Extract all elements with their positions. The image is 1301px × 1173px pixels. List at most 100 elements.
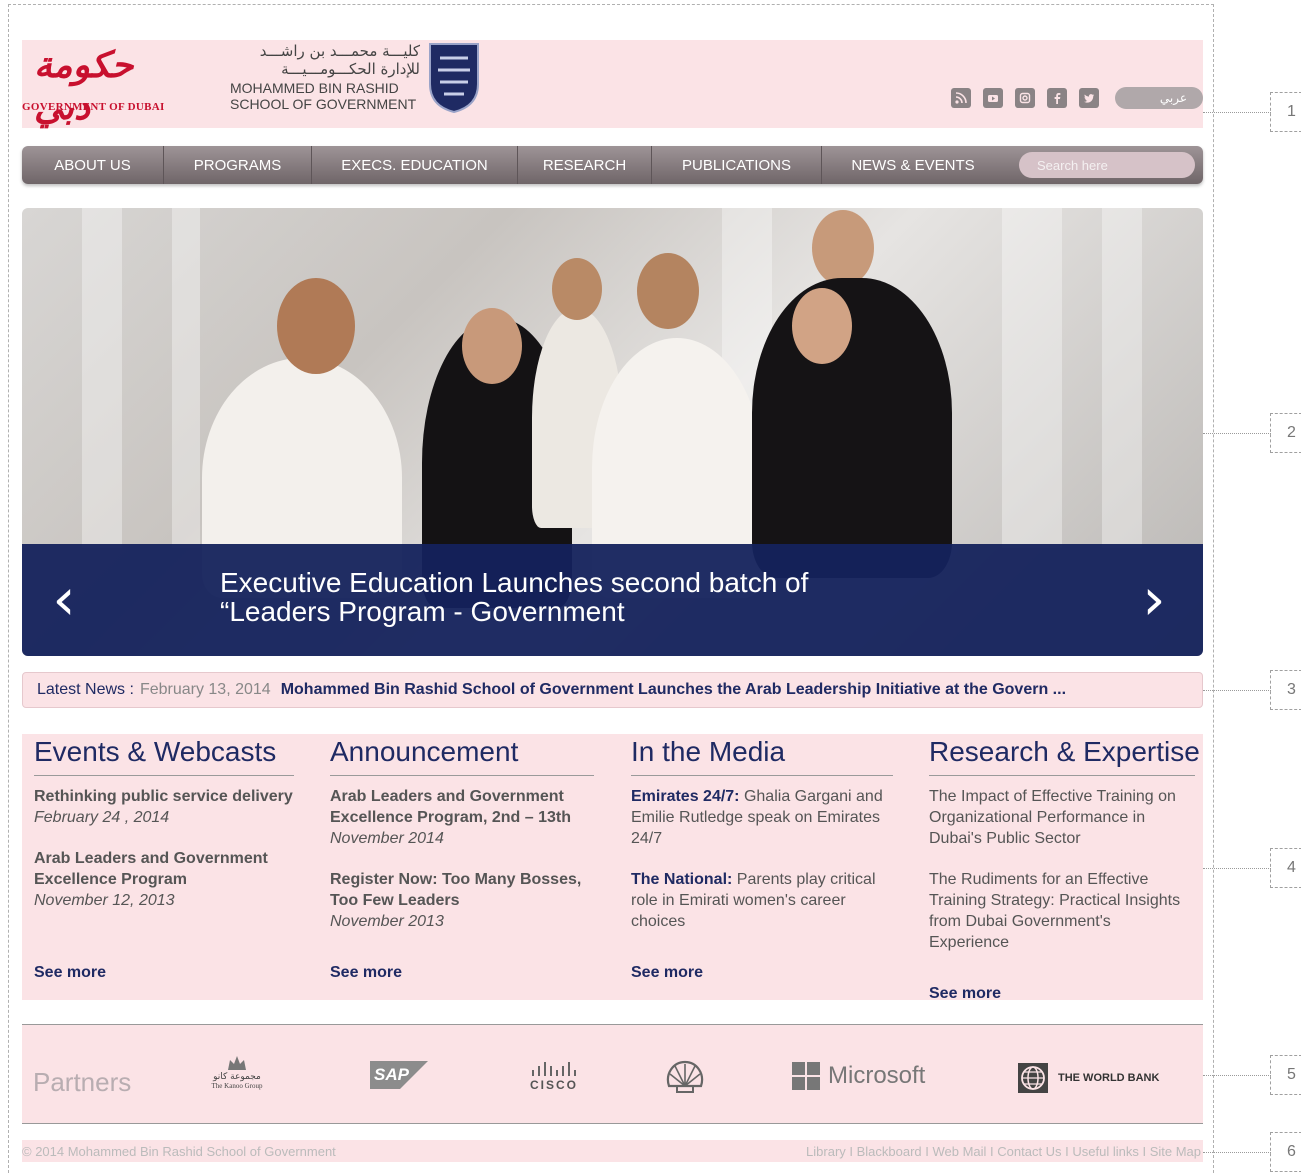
dubai-logo-text: GOVERNMENT OF DUBAI	[22, 101, 165, 113]
shell-logo[interactable]	[662, 1059, 708, 1095]
footer-copyright: © 2014 Mohammed Bin Rashid School of Gov…	[22, 1143, 336, 1159]
annotation-line-1	[1203, 112, 1271, 113]
world-bank-logo-text: THE WORLD BANK	[1058, 1072, 1160, 1084]
nav-item-research[interactable]: RESEARCH	[518, 146, 652, 184]
announcement-date: November 2014	[330, 830, 444, 847]
media-source: The National:	[631, 871, 733, 888]
events-heading[interactable]: Events & Webcasts	[34, 734, 294, 776]
microsoft-logo[interactable]: Microsoft	[792, 1061, 942, 1091]
dubai-logo-arabic: حكومة دبي	[34, 44, 134, 128]
crown-icon	[228, 1056, 246, 1070]
hero-photo-figure-head	[812, 210, 874, 286]
events-see-more-link[interactable]: See more	[34, 964, 106, 982]
cisco-logo[interactable]: CISCO	[518, 1059, 590, 1095]
media-column: In the Media Emirates 24/7: Ghalia Garga…	[631, 734, 893, 932]
kanoo-group-arabic-text: مجموعة كانو	[213, 1072, 261, 1082]
youtube-icon[interactable]	[983, 88, 1003, 108]
footer-links[interactable]: Library I Blackboard I Web Mail I Contac…	[806, 1144, 1201, 1159]
hero-photo-figure-head	[552, 258, 602, 320]
nav-item-programs[interactable]: PROGRAMS	[164, 146, 312, 184]
event-item[interactable]: Arab Leaders and Government Excellence P…	[34, 848, 294, 911]
instagram-icon[interactable]	[1015, 88, 1035, 108]
research-column: Research & Expertise The Impact of Effec…	[929, 734, 1200, 953]
hero-caption-bar: ‹ Executive Education Launches second ba…	[22, 544, 1203, 656]
hero-photo-figure-head	[637, 253, 699, 329]
research-item[interactable]: The Impact of Effective Training on Orga…	[929, 786, 1195, 849]
partners-label: Partners	[33, 1067, 132, 1097]
announcement-column: Announcement Arab Leaders and Government…	[330, 734, 594, 932]
main-navigation: ABOUT US PROGRAMS EXECS. EDUCATION RESEA…	[22, 146, 1203, 184]
school-name-line1: MOHAMMED BIN RASHID	[230, 80, 399, 96]
government-of-dubai-logo[interactable]: حكومة دبي GOVERNMENT OF DUBAI	[22, 44, 182, 128]
media-heading[interactable]: In the Media	[631, 734, 893, 776]
twitter-icon[interactable]	[1079, 88, 1099, 108]
slider-prev-icon[interactable]: ‹	[44, 570, 84, 628]
cisco-logo-text: CISCO	[529, 1078, 578, 1092]
annotation-number-5: 5	[1270, 1055, 1301, 1095]
school-name-arabic-line2: للإدارة الحكـــومـــيـــة	[281, 60, 420, 78]
search-input[interactable]	[1019, 152, 1195, 178]
announcement-item[interactable]: Register Now: Too Many Bosses, Too Few L…	[330, 869, 594, 932]
site-header: حكومة دبي GOVERNMENT OF DUBAI كليـــة مح…	[22, 40, 1203, 128]
world-bank-logo[interactable]: THE WORLD BANK	[1018, 1063, 1178, 1093]
hero-background-window	[172, 208, 200, 548]
content-columns: Events & Webcasts Rethinking public serv…	[22, 734, 1203, 1003]
kanoo-group-logo-text: The Kanoo Group	[211, 1082, 263, 1090]
research-item[interactable]: The Rudiments for an Effective Training …	[929, 869, 1195, 953]
school-shield-icon	[429, 43, 479, 114]
event-title: Arab Leaders and Government Excellence P…	[34, 850, 268, 888]
annotation-line-5	[1203, 1075, 1271, 1076]
hero-background-window	[1002, 208, 1062, 548]
hero-photo-figure	[752, 278, 952, 578]
nav-item-publications[interactable]: PUBLICATIONS	[652, 146, 822, 184]
latest-news-date: February 13, 2014	[139, 681, 271, 698]
hero-caption[interactable]: Executive Education Launches second batc…	[220, 568, 820, 626]
latest-news-ticker: Latest News : February 13, 2014 Mohammed…	[22, 672, 1203, 708]
arabic-language-button[interactable]: عربي	[1115, 87, 1203, 109]
annotation-line-3	[1203, 690, 1271, 691]
nav-item-about-us[interactable]: ABOUT US	[22, 146, 164, 184]
announcement-heading[interactable]: Announcement	[330, 734, 594, 776]
hero-background-window	[1102, 208, 1142, 548]
school-name-line2: SCHOOL OF GOVERNMENT	[230, 96, 417, 112]
cisco-bars-icon	[532, 1062, 576, 1076]
site-footer: © 2014 Mohammed Bin Rashid School of Gov…	[22, 1140, 1203, 1162]
nav-item-execs-education[interactable]: EXECS. EDUCATION	[312, 146, 518, 184]
sap-logo-text: SAP	[374, 1065, 409, 1084]
social-links	[951, 88, 1099, 108]
slider-next-icon[interactable]: ›	[1134, 570, 1174, 628]
media-item[interactable]: Emirates 24/7: Ghalia Gargani and Emilie…	[631, 786, 893, 849]
hero-photo-figure-head	[277, 278, 355, 374]
announcement-see-more-link[interactable]: See more	[330, 964, 402, 982]
school-name-arabic-line1: كليـــة محمـــد بن راشـــد	[259, 42, 420, 60]
hero-photo-figure-head	[462, 308, 522, 384]
shell-icon	[666, 1060, 704, 1093]
nav-item-news-events[interactable]: NEWS & EVENTS	[822, 146, 1004, 184]
event-date: November 12, 2013	[34, 892, 175, 909]
school-logo[interactable]: كليـــة محمـــد بن راشـــد للإدارة الحكـ…	[230, 40, 490, 120]
research-see-more-link[interactable]: See more	[929, 985, 1001, 1003]
media-source: Emirates 24/7:	[631, 788, 740, 805]
rss-icon[interactable]	[951, 88, 971, 108]
event-title: Rethinking public service delivery	[34, 788, 293, 805]
annotation-number-6: 6	[1270, 1132, 1301, 1172]
latest-news-label: Latest News :	[37, 681, 134, 698]
hero-photo-figure-head	[792, 288, 852, 364]
announcement-title: Register Now: Too Many Bosses, Too Few L…	[330, 871, 582, 909]
media-see-more-link[interactable]: See more	[631, 964, 703, 982]
media-item[interactable]: The National: Parents play critical role…	[631, 869, 893, 932]
partners-bar: Partners مجموعة كانو The Kanoo Group SAP…	[22, 1024, 1203, 1124]
annotation-number-4: 4	[1270, 848, 1301, 888]
kanoo-group-logo[interactable]: مجموعة كانو The Kanoo Group	[202, 1049, 272, 1095]
event-item[interactable]: Rethinking public service delivery Febru…	[34, 786, 294, 828]
annotation-number-2: 2	[1270, 413, 1301, 453]
announcement-item[interactable]: Arab Leaders and Government Excellence P…	[330, 786, 594, 849]
hero-slider: ‹ Executive Education Launches second ba…	[22, 208, 1203, 656]
annotation-number-3: 3	[1270, 670, 1301, 710]
annotation-number-1: 1	[1270, 92, 1301, 132]
research-heading[interactable]: Research & Expertise	[929, 734, 1200, 776]
latest-news-headline[interactable]: Mohammed Bin Rashid School of Government…	[281, 681, 1066, 699]
microsoft-logo-text: Microsoft	[828, 1062, 926, 1089]
sap-logo[interactable]: SAP	[370, 1061, 428, 1089]
facebook-icon[interactable]	[1047, 88, 1067, 108]
